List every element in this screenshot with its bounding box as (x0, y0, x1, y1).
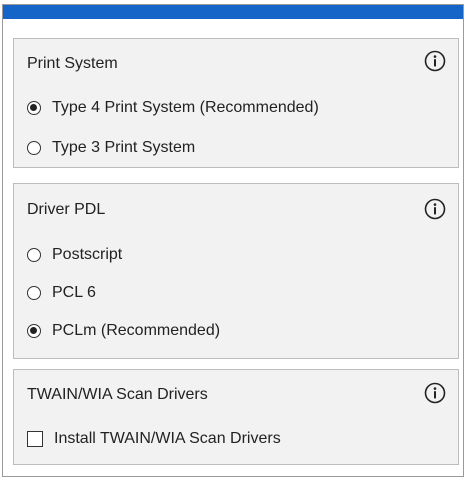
checkbox-label: Install TWAIN/WIA Scan Drivers (54, 430, 281, 447)
option-label: Postscript (52, 246, 123, 263)
driver-pdl-panel: Driver PDL Postscript PCL 6 PCLm (Recomm… (13, 183, 459, 359)
radio-button[interactable] (27, 141, 41, 155)
radio-postscript[interactable]: Postscript (27, 245, 122, 265)
print-system-panel: Print System Type 4 Print System (Recomm… (13, 38, 459, 168)
option-label: Type 4 Print System (Recommended) (52, 99, 319, 116)
radio-pclm[interactable]: PCLm (Recommended) (27, 321, 220, 341)
option-label: Type 3 Print System (52, 139, 196, 156)
driver-pdl-title: Driver PDL (27, 201, 106, 218)
info-icon[interactable] (424, 382, 446, 404)
radio-button-selected[interactable] (27, 324, 41, 338)
radio-type3-print-system[interactable]: Type 3 Print System (27, 138, 195, 158)
info-icon[interactable] (424, 198, 446, 220)
install-twain-wia-checkbox-row[interactable]: Install TWAIN/WIA Scan Drivers (27, 429, 281, 449)
info-icon[interactable] (424, 50, 446, 72)
install-twain-wia-checkbox[interactable] (27, 431, 43, 447)
option-label: PCLm (Recommended) (52, 322, 221, 339)
twain-wia-title: TWAIN/WIA Scan Drivers (27, 386, 208, 403)
radio-pcl6[interactable]: PCL 6 (27, 283, 96, 303)
twain-wia-panel: TWAIN/WIA Scan Drivers Install TWAIN/WIA… (13, 369, 459, 465)
print-system-title: Print System (27, 55, 118, 72)
radio-button[interactable] (27, 248, 41, 262)
title-bar (3, 5, 463, 19)
driver-options-window: Print System Type 4 Print System (Recomm… (2, 4, 464, 477)
radio-button[interactable] (27, 286, 41, 300)
radio-type4-print-system[interactable]: Type 4 Print System (Recommended) (27, 98, 319, 118)
radio-button-selected[interactable] (27, 101, 41, 115)
option-label: PCL 6 (52, 284, 96, 301)
